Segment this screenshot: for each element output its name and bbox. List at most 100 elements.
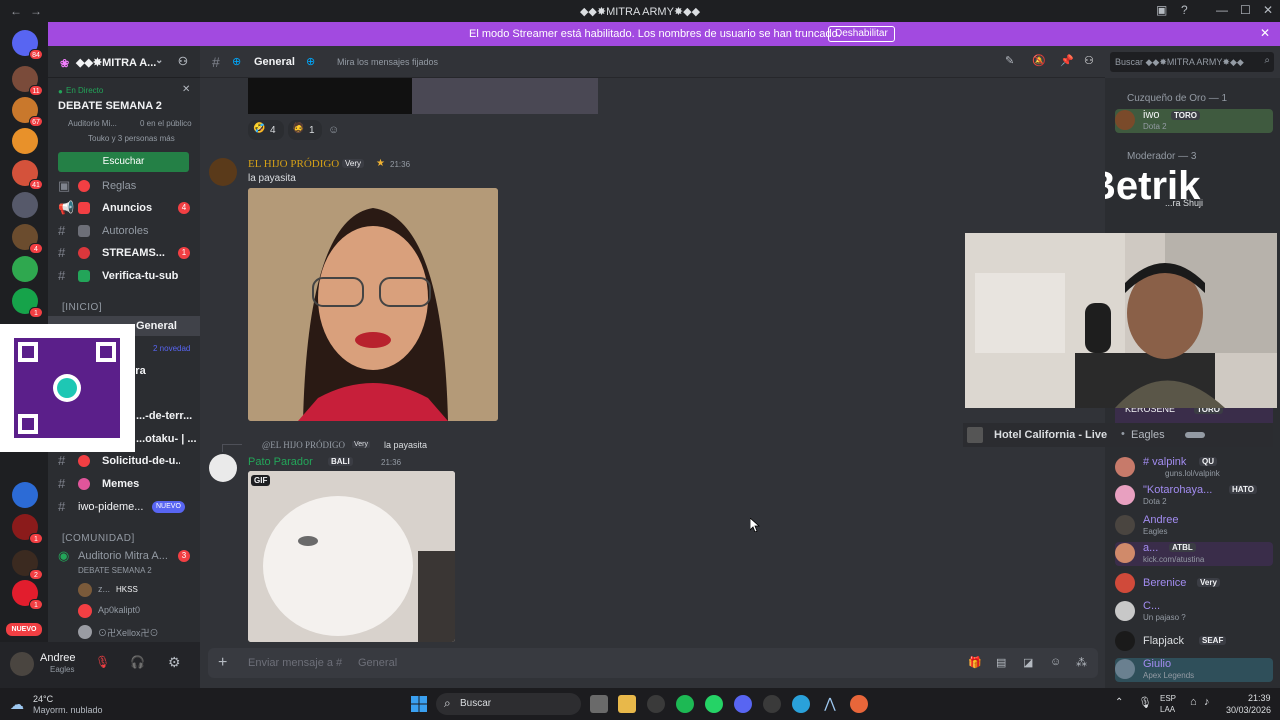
previous-image[interactable]	[248, 78, 598, 114]
pin-icon[interactable]: 📌	[1060, 54, 1074, 67]
channel-reglas[interactable]: ▣ Reglas	[48, 176, 200, 196]
voice-user[interactable]: ⊙卍Xellox卍⊙	[48, 622, 200, 642]
server-icon[interactable]: 41	[12, 160, 43, 190]
member-item[interactable]: C... Un pajaso ?	[1115, 600, 1280, 624]
server-icon[interactable]: 11	[12, 66, 43, 96]
server-icon[interactable]	[12, 128, 38, 154]
chrome-icon[interactable]	[763, 695, 781, 713]
member-list-icon[interactable]: ⚇	[1084, 54, 1094, 67]
help-icon[interactable]: ?	[1181, 3, 1188, 17]
category-inicio[interactable]: [INICIO]	[62, 302, 102, 313]
server-icon[interactable]: 1	[12, 288, 43, 318]
weather-icon[interactable]: ☁	[10, 696, 24, 713]
member-item[interactable]: "Kotarohaya... HATO Dota 2	[1115, 484, 1280, 508]
language-code[interactable]: ESP	[1160, 694, 1176, 703]
microphone-icon[interactable]: 🎙	[1138, 696, 1152, 709]
server-icon[interactable]: 67	[12, 97, 43, 127]
channel-streams[interactable]: # STREAMS... 1	[48, 243, 200, 263]
sticker-icon[interactable]: ◪	[1023, 656, 1033, 669]
app-icon[interactable]	[850, 695, 868, 713]
category-comunidad[interactable]: [COMUNIDAD]	[62, 533, 135, 544]
telegram-icon[interactable]	[792, 695, 810, 713]
app-icon[interactable]: ⋀	[821, 695, 839, 713]
avatar[interactable]	[209, 158, 237, 186]
reply-text[interactable]: la payasita	[384, 440, 427, 450]
member-item[interactable]: Flapjack SEAF	[1115, 630, 1280, 654]
channel-memes[interactable]: # Memes	[48, 474, 200, 494]
voice-channel-auditorio[interactable]: ◉ Auditorio Mitra A... 3	[48, 546, 200, 566]
member-item[interactable]: Giulio Apex Legends	[1115, 658, 1273, 682]
volume-icon[interactable]: ♪	[1204, 696, 1210, 708]
notifications-icon[interactable]: 🔕	[1032, 54, 1046, 67]
server-icon[interactable]	[12, 192, 38, 218]
add-reaction-icon[interactable]: ☺	[328, 124, 339, 136]
message-input[interactable]: + Enviar mensaje a # General 🎁 ▤ ◪ ☺ ⁂	[208, 648, 1098, 678]
server-icon[interactable]: 1	[12, 514, 43, 544]
mute-icon[interactable]: 🎙	[95, 655, 110, 669]
timestamp: 21:36	[381, 458, 402, 467]
minimize-icon[interactable]: —	[1216, 3, 1228, 17]
windows-start-icon[interactable]	[410, 695, 428, 713]
message-image[interactable]	[248, 188, 498, 421]
server-icon[interactable]	[12, 482, 38, 508]
home-discord-icon[interactable]: 84	[12, 30, 43, 60]
message-gif[interactable]: GIF	[248, 471, 455, 642]
search-input[interactable]: Buscar ◆◆✸MITRA ARMY✸◆◆ ⌕	[1110, 52, 1274, 72]
task-view-icon[interactable]	[590, 695, 608, 713]
server-icon[interactable]: 1	[12, 580, 43, 610]
emoji-icon[interactable]: ☺	[1050, 656, 1061, 668]
member-item[interactable]: Andree Eagles	[1115, 514, 1280, 538]
apps-icon[interactable]: ⁂	[1076, 656, 1087, 669]
reaction-button[interactable]: 🤣 4	[248, 120, 284, 140]
language-layout[interactable]: LAA	[1160, 705, 1175, 714]
clock-date[interactable]: 30/03/2026	[1226, 705, 1271, 715]
maximize-icon[interactable]: ☐	[1240, 3, 1251, 17]
channel-iwo[interactable]: # iwo-pideme... NUEVO	[48, 497, 200, 517]
network-icon[interactable]: ⌂	[1190, 696, 1197, 708]
channel-anuncios[interactable]: 📢 Anuncios 4	[48, 198, 200, 218]
discord-icon[interactable]	[734, 695, 752, 713]
gift-icon[interactable]: 🎁	[968, 656, 982, 669]
file-explorer-icon[interactable]	[618, 695, 636, 713]
avatar[interactable]	[209, 454, 237, 482]
member-item[interactable]: a... ATBL kick.com/atustina	[1115, 542, 1273, 566]
reaction-button[interactable]: 🧔 1	[288, 120, 322, 140]
channel-verifica[interactable]: # Verifica-tu-sub	[48, 266, 200, 286]
settings-gear-icon[interactable]: ⚙	[168, 654, 181, 671]
app-icon[interactable]	[647, 695, 665, 713]
server-icon[interactable]: 2	[12, 550, 43, 580]
channel-emoji-icon	[78, 180, 90, 192]
message-author[interactable]: Pato Parador	[248, 456, 313, 468]
spotify-icon[interactable]	[676, 695, 694, 713]
channel-autoroles[interactable]: # Autoroles	[48, 221, 200, 241]
message-author[interactable]: EL HIJO PRÓDIGO	[248, 158, 339, 170]
deafen-icon[interactable]: 🎧	[130, 655, 145, 669]
add-attachment-icon[interactable]: +	[218, 654, 227, 672]
add-member-icon[interactable]: ⚇	[178, 55, 188, 68]
disable-streamer-button[interactable]: Deshabilitar	[828, 26, 895, 42]
voice-user[interactable]: z... HKSS	[48, 580, 200, 600]
server-icon[interactable]	[12, 256, 38, 282]
now-playing-bar[interactable]: Hotel California - Live • Eagles	[963, 423, 1273, 447]
avatar[interactable]	[10, 652, 34, 676]
member-item[interactable]: Berenice Very	[1115, 572, 1280, 596]
reply-author[interactable]: @EL HIJO PRÓDIGO	[262, 440, 345, 450]
voice-user[interactable]: Ap0kalipt0	[48, 601, 200, 621]
listen-button[interactable]: Escuchar	[58, 152, 189, 172]
close-icon[interactable]: ✕	[182, 84, 190, 95]
member-item[interactable]: # valpink QU guns.lol/valpink	[1115, 456, 1280, 480]
whatsapp-icon[interactable]	[705, 695, 723, 713]
pinned-link[interactable]: Mira los mensajes fijados	[337, 57, 438, 67]
close-banner-icon[interactable]: ✕	[1260, 26, 1270, 40]
gif-picker-icon[interactable]: ▤	[996, 656, 1006, 669]
tray-chevron-icon[interactable]: ⌃	[1115, 697, 1123, 708]
server-header[interactable]: ❀ ◆◆✸MITRA A... ⌄ ⚇	[48, 46, 200, 78]
server-icon[interactable]: 4	[12, 224, 43, 254]
clock-time[interactable]: 21:39	[1248, 693, 1271, 703]
close-window-icon[interactable]: ✕	[1263, 3, 1273, 17]
taskbar-search[interactable]: ⌕ Buscar	[436, 693, 581, 715]
channel-solicitud[interactable]: # Solicitud-de-u...	[48, 451, 200, 471]
member-item[interactable]: iwo TORO Dota 2	[1115, 109, 1273, 133]
inbox-icon[interactable]: ▣	[1156, 3, 1167, 17]
threads-icon[interactable]: ✎	[1005, 54, 1014, 67]
